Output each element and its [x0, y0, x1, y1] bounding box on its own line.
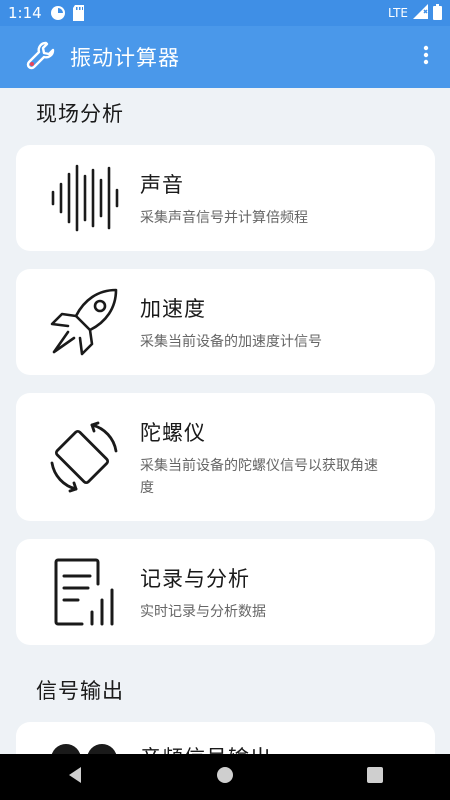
app-title: 振动计算器 [70, 46, 180, 70]
screen-rotation-icon [48, 421, 120, 493]
navigation-bar [0, 754, 450, 800]
card-title: 音频信号输出 [140, 742, 272, 754]
network-type: LTE [388, 6, 408, 20]
battery-icon [433, 3, 442, 23]
card-description: 采集声音信号并计算倍频程 [140, 210, 308, 226]
overflow-menu-button[interactable] [414, 37, 438, 77]
card-title: 记录与分析 [140, 567, 250, 591]
card-title: 声音 [140, 173, 184, 197]
more-vert-icon [423, 45, 429, 69]
section-title-signal-output: 信号输出 [36, 679, 124, 703]
card-record-analysis[interactable]: 记录与分析 实时记录与分析数据 [16, 539, 435, 645]
data-saver-icon [50, 5, 66, 21]
app-bar: 振动计算器 [0, 26, 450, 88]
section-title-field-analysis: 现场分析 [36, 102, 124, 126]
card-audio-output[interactable]: 音频信号输出 [16, 722, 435, 754]
status-time: 1:14 [8, 4, 42, 22]
card-description: 实时记录与分析数据 [140, 604, 266, 620]
card-description: 采集当前设备的加速度计信号 [140, 334, 322, 350]
card-acceleration[interactable]: 加速度 采集当前设备的加速度计信号 [16, 269, 435, 375]
card-description: 采集当前设备的陀螺仪信号以获取角速度 [140, 458, 378, 496]
recents-square-icon [366, 766, 384, 788]
status-bar: 1:14 LTE [0, 0, 450, 26]
headphones-icon [48, 739, 120, 754]
back-triangle-icon [66, 766, 84, 788]
card-title: 加速度 [140, 297, 206, 321]
recents-button[interactable] [345, 754, 405, 800]
card-sound[interactable]: 声音 采集声音信号并计算倍频程 [16, 145, 435, 251]
sd-card-icon [72, 5, 85, 21]
card-gyroscope[interactable]: 陀螺仪 采集当前设备的陀螺仪信号以获取角速度 [16, 393, 435, 521]
card-title: 陀螺仪 [140, 421, 206, 445]
content-scroll[interactable]: 现场分析 声音 采集声音信号并计算倍频程 加速度 采集当前设备的加速度计信号 陀… [0, 88, 450, 754]
sound-wave-icon [48, 162, 120, 234]
wrench-icon [26, 40, 56, 74]
signal-icon [413, 4, 428, 22]
status-right-group: LTE [388, 3, 442, 23]
report-chart-icon [48, 556, 120, 628]
rocket-icon [48, 286, 120, 358]
home-circle-icon [216, 766, 234, 788]
back-button[interactable] [45, 754, 105, 800]
home-button[interactable] [195, 754, 255, 800]
